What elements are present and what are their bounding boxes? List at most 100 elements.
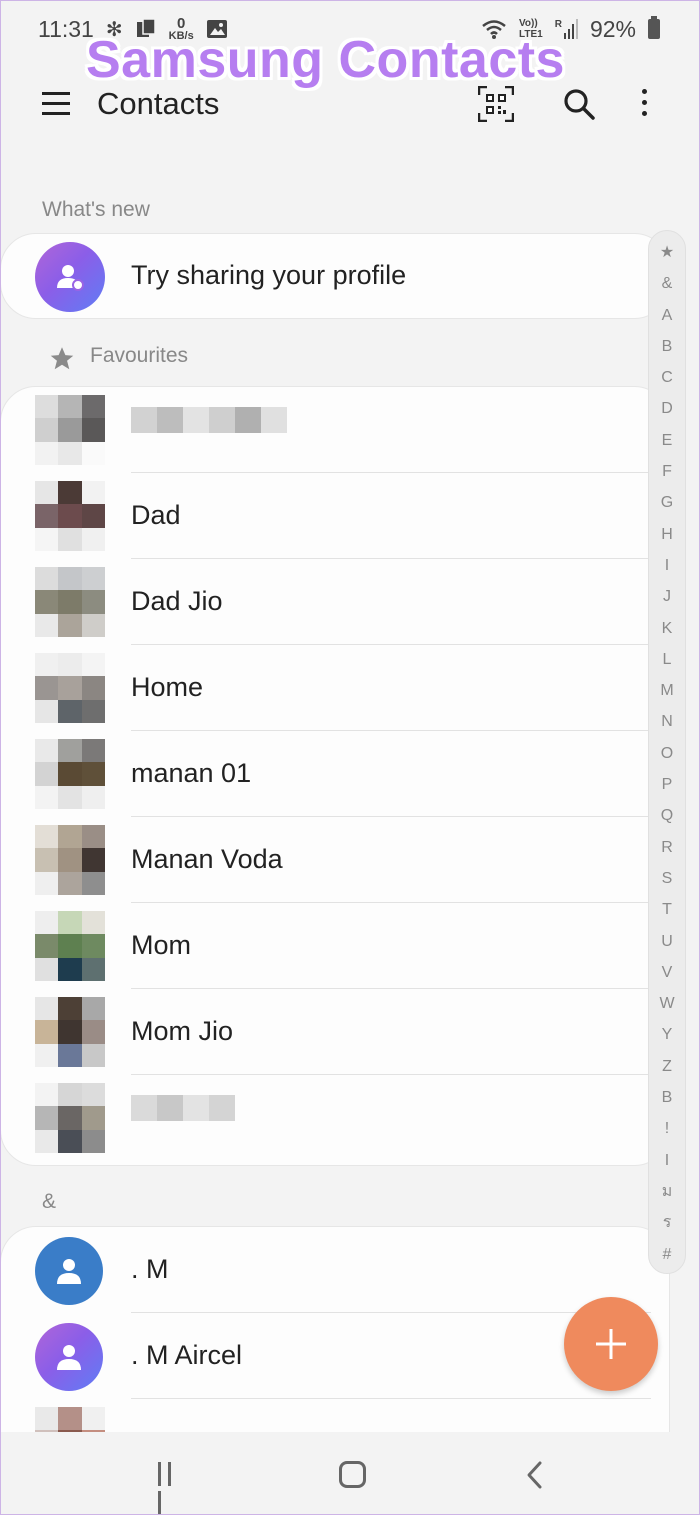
contact-name: Home bbox=[131, 672, 204, 702]
index-letter[interactable]: C bbox=[661, 362, 673, 393]
network-labels: Vo)) LTE1 bbox=[519, 18, 543, 40]
contact-name: . M Aircel bbox=[131, 1340, 243, 1370]
lte-label: LTE1 bbox=[519, 29, 543, 40]
status-left: 11:31 ✻ 0 KB/s bbox=[38, 16, 228, 43]
index-letter[interactable]: ม bbox=[662, 1176, 673, 1207]
net-speed-value: 0 bbox=[176, 15, 186, 32]
contact-name: Dad bbox=[131, 500, 181, 530]
index-letter[interactable]: W bbox=[659, 988, 674, 1019]
avatar bbox=[35, 997, 105, 1067]
profile-avatar bbox=[35, 242, 105, 312]
index-letter[interactable]: P bbox=[662, 769, 673, 800]
list-item[interactable] bbox=[1, 1075, 661, 1161]
index-letter[interactable]: # bbox=[663, 1239, 672, 1270]
index-letter[interactable]: S bbox=[662, 863, 673, 894]
list-item[interactable]: Dad Jio bbox=[1, 559, 661, 645]
favourites-list: Dad Dad Jio Home manan 01 Manan Voda Mom… bbox=[0, 386, 670, 1166]
battery-icon bbox=[648, 16, 660, 39]
person-icon bbox=[57, 1345, 81, 1370]
contact-name: Mom Jio bbox=[131, 1016, 234, 1046]
index-letter[interactable]: L bbox=[663, 644, 672, 675]
image-icon bbox=[206, 20, 227, 38]
whats-new-label: What's new bbox=[42, 198, 150, 221]
index-letter[interactable]: V bbox=[662, 957, 673, 988]
menu-icon[interactable] bbox=[42, 92, 70, 116]
contact-name: Mom bbox=[131, 930, 191, 960]
index-letter[interactable]: E bbox=[662, 425, 673, 456]
index-letter[interactable]: B bbox=[662, 1082, 673, 1113]
favourites-label: Favourites bbox=[90, 344, 189, 367]
phone-stack-icon bbox=[136, 18, 156, 37]
index-letter[interactable]: ★ bbox=[660, 237, 674, 268]
section-header-amp: & bbox=[42, 1190, 57, 1213]
index-letter[interactable]: N bbox=[661, 706, 673, 737]
index-letter[interactable]: F bbox=[662, 456, 672, 487]
status-time: 11:31 bbox=[38, 15, 94, 42]
index-letter[interactable]: I bbox=[665, 1145, 669, 1176]
index-letter[interactable]: Z bbox=[662, 1051, 672, 1082]
contact-name: Dad Jio bbox=[131, 586, 223, 616]
home-icon[interactable] bbox=[339, 1461, 366, 1488]
list-item[interactable]: Mom Jio bbox=[1, 989, 661, 1075]
index-letter[interactable]: B bbox=[662, 331, 673, 362]
person-share-icon bbox=[57, 265, 84, 291]
list-item[interactable]: Manan Voda bbox=[1, 817, 661, 903]
index-letter[interactable]: J bbox=[663, 581, 671, 612]
list-item[interactable]: . M bbox=[1, 1227, 661, 1313]
index-letter[interactable]: M bbox=[660, 675, 673, 706]
index-letter[interactable]: A bbox=[662, 300, 673, 331]
wifi-icon bbox=[482, 20, 506, 39]
back-icon[interactable] bbox=[523, 1460, 547, 1490]
star-icon bbox=[50, 347, 74, 370]
add-contact-button[interactable] bbox=[564, 1297, 658, 1391]
index-letter[interactable]: O bbox=[661, 738, 673, 769]
contact-name: . M bbox=[131, 1254, 169, 1284]
index-letter[interactable]: Q bbox=[661, 800, 673, 831]
list-item[interactable] bbox=[1, 387, 661, 473]
roaming-label: R bbox=[554, 19, 562, 30]
list-item[interactable]: Dad bbox=[1, 473, 661, 559]
page-title: Contacts bbox=[97, 86, 220, 121]
avatar bbox=[35, 1083, 105, 1153]
alphabet-index-bar[interactable]: ★ & A B C D E F G H I J K L M N O P Q R S T U V W Y Z B! I มร # bbox=[648, 230, 686, 1274]
contact-name: Manan Voda bbox=[131, 844, 283, 874]
index-letter[interactable]: ! bbox=[665, 1113, 669, 1144]
index-letter[interactable]: H bbox=[661, 519, 673, 550]
index-letter[interactable]: D bbox=[661, 393, 673, 424]
avatar bbox=[35, 395, 105, 465]
recent-apps-icon[interactable] bbox=[158, 1462, 184, 1515]
index-letter[interactable]: & bbox=[662, 268, 673, 299]
blurred-name bbox=[131, 407, 287, 437]
share-profile-text: Try sharing your profile bbox=[131, 260, 407, 290]
volte-label: Vo)) bbox=[519, 18, 538, 29]
avatar bbox=[35, 1237, 103, 1305]
index-letter[interactable]: U bbox=[661, 926, 673, 957]
index-letter[interactable]: R bbox=[661, 832, 673, 863]
list-item[interactable]: Home bbox=[1, 645, 661, 731]
contact-name: manan 01 bbox=[131, 758, 252, 788]
index-letter[interactable]: K bbox=[662, 613, 673, 644]
index-letter[interactable]: G bbox=[661, 487, 673, 518]
avatar bbox=[35, 825, 105, 895]
index-letter[interactable]: I bbox=[665, 550, 669, 581]
search-icon[interactable] bbox=[562, 87, 596, 121]
qr-code-icon[interactable] bbox=[478, 86, 514, 122]
share-profile-card[interactable]: Try sharing your profile bbox=[0, 233, 670, 319]
avatar bbox=[35, 653, 105, 723]
status-bar: 11:31 ✻ 0 KB/s Vo)) LTE1 R 92% bbox=[0, 0, 700, 58]
net-speed-unit: KB/s bbox=[168, 30, 194, 42]
avatar bbox=[35, 739, 105, 809]
avatar bbox=[35, 1323, 103, 1391]
index-letter[interactable]: ร bbox=[663, 1207, 672, 1238]
shield-pinwheel-icon: ✻ bbox=[105, 18, 123, 41]
list-item[interactable]: . M Aircel bbox=[1, 1313, 661, 1399]
signal-icon bbox=[563, 19, 578, 39]
more-vert-icon[interactable] bbox=[638, 89, 650, 121]
net-speed: 0 KB/s bbox=[168, 15, 194, 42]
list-item[interactable]: manan 01 bbox=[1, 731, 661, 817]
index-letter[interactable]: T bbox=[662, 894, 672, 925]
list-item[interactable]: Mom bbox=[1, 903, 661, 989]
index-letter[interactable]: Y bbox=[662, 1019, 673, 1050]
navigation-bar bbox=[0, 1432, 700, 1515]
avatar bbox=[35, 911, 105, 981]
